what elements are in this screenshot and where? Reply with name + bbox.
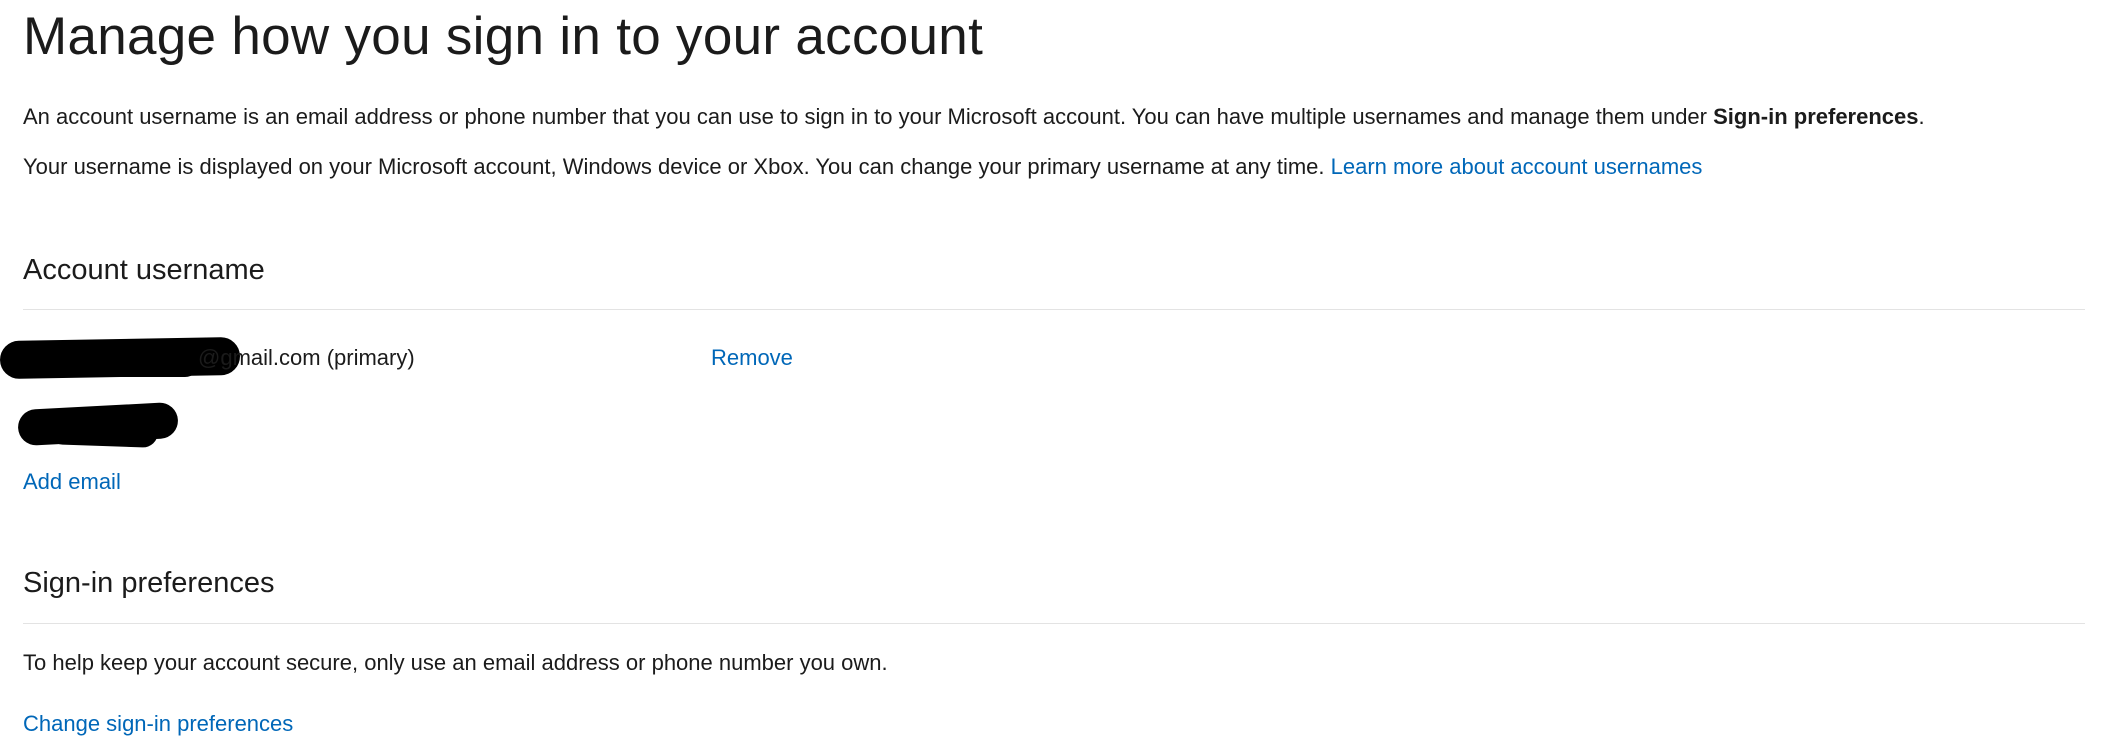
signin-preferences-description: To help keep your account secure, only u… bbox=[23, 650, 888, 675]
page-title: Manage how you sign in to your account bbox=[23, 7, 984, 66]
account-username-heading: Account username bbox=[23, 254, 265, 286]
change-signin-preferences-link[interactable]: Change sign-in preferences bbox=[23, 711, 293, 737]
username-row-secondary bbox=[17, 401, 188, 448]
account-signin-page: Manage how you sign in to your account A… bbox=[0, 0, 2115, 745]
signin-preferences-emphasis: Sign-in preferences bbox=[1713, 104, 1919, 129]
intro-paragraph-1: An account username is an email address … bbox=[23, 104, 1925, 130]
intro-line1-text: An account username is an email address … bbox=[23, 104, 1714, 129]
remove-username-button[interactable]: Remove bbox=[711, 345, 793, 371]
learn-more-usernames-link[interactable]: Learn more about account usernames bbox=[1331, 154, 1703, 179]
signin-preferences-heading: Sign-in preferences bbox=[23, 567, 275, 599]
section-divider bbox=[23, 623, 2085, 624]
add-email-link[interactable]: Add email bbox=[23, 469, 121, 495]
intro-paragraph-2: Your username is displayed on your Micro… bbox=[23, 154, 1702, 180]
intro-line2-text: Your username is displayed on your Micro… bbox=[23, 154, 1331, 179]
intro-line1-end: . bbox=[1918, 104, 1925, 129]
section-divider bbox=[23, 309, 2085, 310]
username-row-primary: @gmail.com (primary) Remove bbox=[0, 336, 900, 380]
username-email-primary: @gmail.com (primary) bbox=[198, 345, 415, 370]
redaction-mark bbox=[60, 347, 200, 377]
redaction-mark bbox=[47, 414, 159, 448]
